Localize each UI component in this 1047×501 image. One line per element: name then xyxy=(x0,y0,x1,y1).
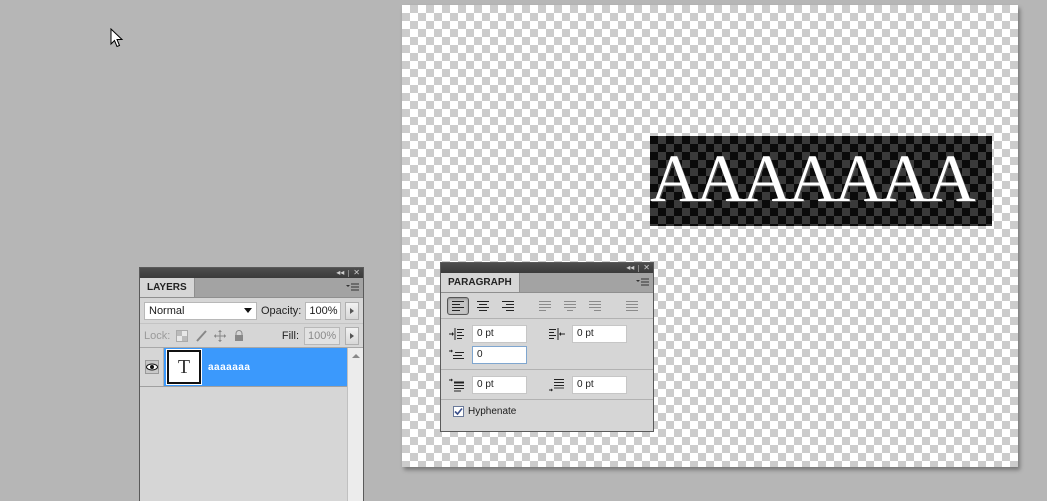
mouse-cursor-icon xyxy=(110,28,124,48)
align-center-button[interactable] xyxy=(472,297,494,315)
titlebar-divider xyxy=(638,264,640,272)
indent-first-line-input[interactable]: 0 xyxy=(472,345,527,364)
indent-right-icon xyxy=(547,326,567,342)
space-after-icon xyxy=(547,377,567,393)
collapse-icon[interactable]: ◂◂ xyxy=(626,263,634,273)
fill-label: Fill: xyxy=(281,329,299,342)
indent-left-icon xyxy=(447,326,467,342)
close-icon[interactable]: ✕ xyxy=(353,268,360,278)
scroll-up-icon[interactable] xyxy=(351,354,360,358)
align-center-icon xyxy=(477,300,489,311)
panel-titlebar[interactable]: ◂◂ ✕ xyxy=(140,268,363,278)
justify-last-right-icon xyxy=(589,300,601,311)
align-right-button[interactable] xyxy=(497,297,519,315)
panel-menu-icon[interactable] xyxy=(636,277,650,288)
chevron-right-icon xyxy=(350,332,354,339)
blend-opacity-row: Normal Opacity: 100% xyxy=(140,298,363,324)
layer-row[interactable]: T aaaaaaa xyxy=(140,348,347,387)
justify-last-right-button[interactable] xyxy=(584,297,606,315)
hyphenate-label[interactable]: Hyphenate xyxy=(468,406,516,417)
lock-all-padlock-icon[interactable] xyxy=(232,329,246,343)
lock-transparency-icon[interactable] xyxy=(175,329,189,343)
chevron-down-icon xyxy=(243,308,252,313)
blend-mode-select[interactable]: Normal xyxy=(144,301,257,320)
justify-last-left-button[interactable] xyxy=(534,297,556,315)
opacity-label: Opacity: xyxy=(260,304,302,317)
layers-scrollbar[interactable] xyxy=(347,348,363,501)
eye-icon[interactable] xyxy=(144,360,159,374)
layers-list: T aaaaaaa xyxy=(140,348,363,501)
space-after-input[interactable]: 0 pt xyxy=(572,375,627,394)
panel-tabbar: PARAGRAPH xyxy=(441,273,653,293)
indent-section: 0 pt 0 pt 0 xyxy=(441,319,653,370)
paragraph-panel: ◂◂ ✕ PARAGRAPH 0 pt 0 pt 0 0 pt 0 pt Hyp… xyxy=(440,262,654,432)
indent-right-input[interactable]: 0 pt xyxy=(572,324,627,343)
chevron-right-icon xyxy=(350,307,355,314)
opacity-slider-button[interactable] xyxy=(345,301,359,320)
visibility-cell[interactable] xyxy=(140,348,164,386)
lock-fill-row: Lock: Fill: 100% xyxy=(140,324,363,348)
tab-paragraph[interactable]: PARAGRAPH xyxy=(441,273,520,292)
space-before-input[interactable]: 0 pt xyxy=(472,375,527,394)
space-before-icon xyxy=(447,377,467,393)
panel-titlebar[interactable]: ◂◂ ✕ xyxy=(441,263,653,273)
titlebar-divider xyxy=(348,269,350,277)
checkmark-icon xyxy=(454,407,463,416)
layer-item-selected[interactable]: T aaaaaaa xyxy=(164,348,347,386)
layers-panel: ◂◂ ✕ LAYERS Normal Opacity: 100% Lock: F… xyxy=(139,267,364,501)
fill-input[interactable]: 100% xyxy=(304,326,340,345)
indent-first-line-icon xyxy=(447,347,467,363)
alignment-row xyxy=(441,293,653,319)
justify-last-center-icon xyxy=(564,300,576,311)
spacing-section: 0 pt 0 pt xyxy=(441,370,653,400)
align-left-button[interactable] xyxy=(447,296,469,315)
text-layer-content[interactable]: AAAAAAA xyxy=(650,142,992,214)
panel-menu-icon[interactable] xyxy=(346,282,360,293)
indent-left-input[interactable]: 0 pt xyxy=(472,324,527,343)
text-layer-bounds[interactable]: AAAAAAA xyxy=(650,136,992,226)
layer-name[interactable]: aaaaaaa xyxy=(208,362,250,373)
close-icon[interactable]: ✕ xyxy=(643,263,650,273)
collapse-icon[interactable]: ◂◂ xyxy=(336,268,344,278)
text-layer-thumbnail: T xyxy=(166,349,202,385)
justify-all-icon xyxy=(626,300,638,311)
lock-label: Lock: xyxy=(144,329,171,342)
lock-position-move-icon[interactable] xyxy=(213,329,227,343)
opacity-input[interactable]: 100% xyxy=(305,301,342,320)
justify-last-center-button[interactable] xyxy=(559,297,581,315)
justify-last-left-icon xyxy=(539,300,551,311)
justify-all-button[interactable] xyxy=(621,297,643,315)
fill-slider-button[interactable] xyxy=(345,326,359,345)
tab-layers[interactable]: LAYERS xyxy=(140,278,195,297)
panel-tabbar: LAYERS xyxy=(140,278,363,298)
hyphenate-checkbox[interactable] xyxy=(453,406,464,417)
blend-mode-value: Normal xyxy=(149,304,185,317)
hyphenate-row: Hyphenate xyxy=(441,400,653,423)
lock-pixels-brush-icon[interactable] xyxy=(194,329,208,343)
align-left-icon xyxy=(452,300,464,311)
align-right-icon xyxy=(502,300,514,311)
